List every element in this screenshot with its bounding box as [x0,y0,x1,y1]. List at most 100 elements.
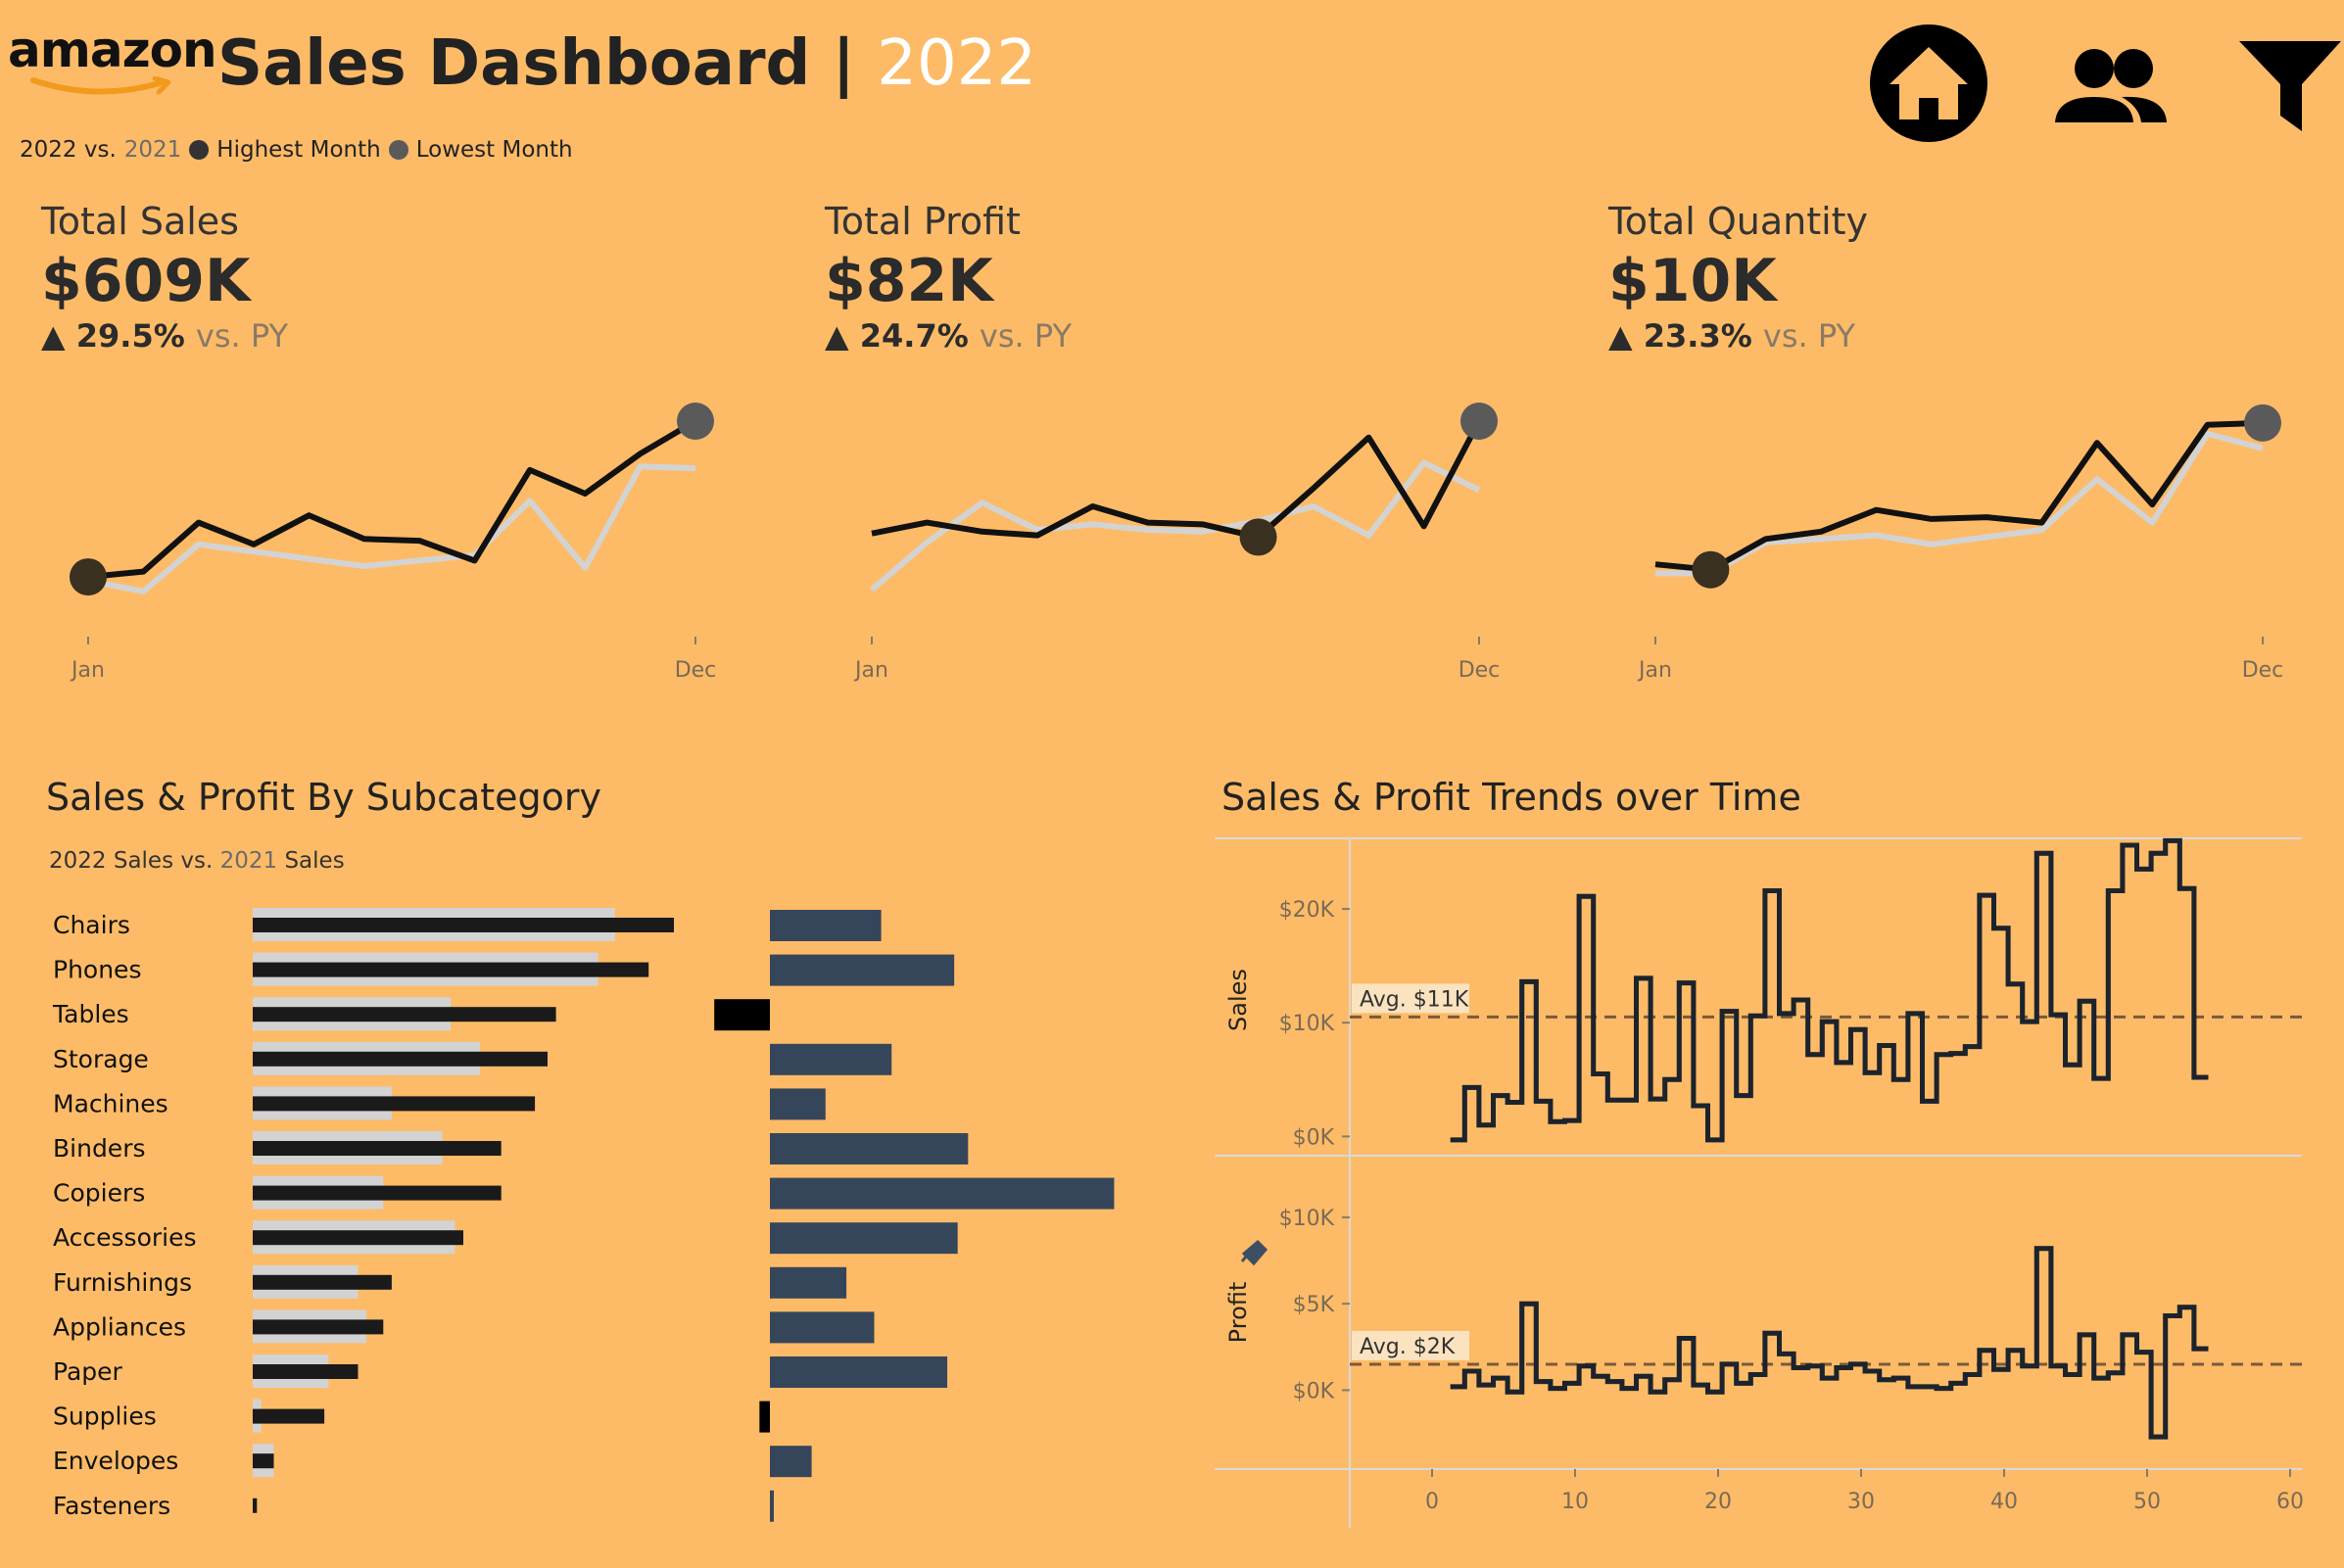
legend-lowest-label: Lowest Month [415,137,573,163]
profit-bar [770,1043,892,1075]
x-tick-label: Dec [2242,658,2284,683]
up-triangle-icon: ▲ [1608,317,1633,355]
x-tick-label: Jan [70,658,105,683]
profit-bar [770,1490,774,1522]
x-tick-label: Jan [1637,658,1672,683]
pin-icon [1240,1239,1268,1266]
category-label: Paper [53,1357,123,1386]
dashboard: amazon Sales Dashboard | 2022 2022 vs. 2… [0,0,2344,1568]
category-label: Copiers [53,1179,145,1208]
profit-bar [770,1133,969,1164]
subtitle-year: 2021 [219,848,278,874]
category-label: Storage [53,1045,149,1073]
sales-sparkline: Jan Dec [70,403,717,683]
y-tick-label: $0K [1293,1379,1335,1403]
kpi-delta-suffix: vs. PY [195,317,288,355]
x-tick-label: 20 [1704,1490,1732,1514]
current-year-bar [253,1185,502,1201]
page-title: Sales Dashboard | 2022 [217,27,1036,100]
current-year-bar [253,1497,258,1513]
legend-highest-dot [189,140,210,160]
category-label: Furnishings [53,1268,192,1297]
kpi-delta-value: 24.7% [859,317,969,355]
kpi-label: Total Sales [41,200,239,243]
profit-bar [770,1446,812,1478]
subtitle-suffix: Sales [284,848,345,874]
subcategory-bar-chart: Chairs Phones Tables Storage Machines Binders… [52,908,1115,1522]
current-year-bar [253,1453,274,1469]
legend-lowest-dot [388,140,408,160]
kpi-delta: ▲ 24.7% vs. PY [825,317,1072,355]
current-year-bar [253,1007,556,1022]
current-year-bar [253,1230,463,1246]
profit-bar [770,1266,847,1299]
category-label: Phones [53,956,141,984]
category-label: Appliances [53,1312,186,1341]
highest-month-marker [2244,404,2281,442]
filter-icon[interactable] [2225,20,2344,147]
amazon-logo: amazon [8,22,217,78]
profit-sparkline: Jan Dec [853,403,1500,683]
x-tick-label: Jan [853,658,888,683]
legend: 2022 vs. 2021 Highest Month Lowest Month [20,137,573,163]
y-tick-label: $0K [1293,1125,1335,1150]
x-tick-label: 30 [1847,1490,1875,1514]
x-tick-label: 50 [2133,1490,2161,1514]
y-axis-label: Profit [1224,1282,1252,1344]
users-icon[interactable] [2047,24,2175,152]
category-label: Envelopes [53,1447,178,1475]
current-year-bar [253,918,674,932]
x-tick-label: 0 [1425,1490,1439,1514]
y-tick-label: $5K [1293,1293,1335,1317]
kpi-delta-value: 23.3% [1643,317,1752,355]
current-year-bar [253,1364,359,1379]
home-icon[interactable] [1865,20,1992,147]
y-tick-label: $10K [1279,1207,1335,1231]
kpi-total-quantity: Total Quantity $10K ▲ 23.3% vs. PY [1608,200,1868,355]
kpi-delta-suffix: vs. PY [979,317,1072,355]
legend-compare-year: 2021 [123,137,182,163]
step-line [1450,837,2209,1143]
category-label: Supplies [53,1402,157,1431]
profit-bar [770,954,955,986]
highest-month-marker [677,403,714,440]
profit-bar [770,910,882,941]
x-tick-label: Dec [675,658,717,683]
x-tick-label: 60 [2276,1490,2304,1514]
lowest-month-marker [1692,550,1730,589]
current-year-bar [253,1319,384,1335]
category-label: Accessories [53,1223,197,1252]
quantity-sparkline: Jan Dec [1637,404,2284,683]
kpi-label: Total Quantity [1608,200,1869,243]
current-year-bar [253,1051,548,1067]
category-label: Binders [53,1134,146,1163]
current-year-bar [253,962,649,977]
kpi-delta: ▲ 23.3% vs. PY [1608,317,1868,355]
title-year: 2022 [877,27,1037,100]
y-tick-label: $10K [1279,1012,1335,1036]
trends-title: Sales & Profit Trends over Time [1221,776,1801,819]
kpi-total-profit: Total Profit $82K ▲ 24.7% vs. PY [825,200,1072,355]
profit-bar [759,1401,770,1433]
profit-bar [714,999,770,1031]
current-year-bar [253,1408,325,1424]
kpi-value: $609K [41,247,251,315]
category-label: Chairs [53,911,130,939]
amazon-smile-icon [30,76,171,95]
profit-bar [770,1222,958,1255]
current-year-bar [253,1141,502,1156]
current-year-line [87,418,697,581]
previous-year-line [87,463,696,594]
logo-text: amazon [8,22,217,78]
kpi-delta: ▲ 29.5% vs. PY [41,317,288,355]
legend-highest-label: Highest Month [216,137,381,163]
x-tick-label: 10 [1561,1490,1589,1514]
profit-bar [770,1088,826,1120]
lowest-month-marker [1239,518,1277,556]
average-label: Avg. $2K [1360,1335,1456,1359]
step-line-shade [1450,837,2209,1143]
kpi-label: Total Profit [825,200,1021,243]
profit-bar [770,1356,948,1388]
legend-compare-prefix: 2022 vs. [20,137,117,163]
kpi-total-sales: Total Sales $609K ▲ 29.5% vs. PY [41,200,288,355]
